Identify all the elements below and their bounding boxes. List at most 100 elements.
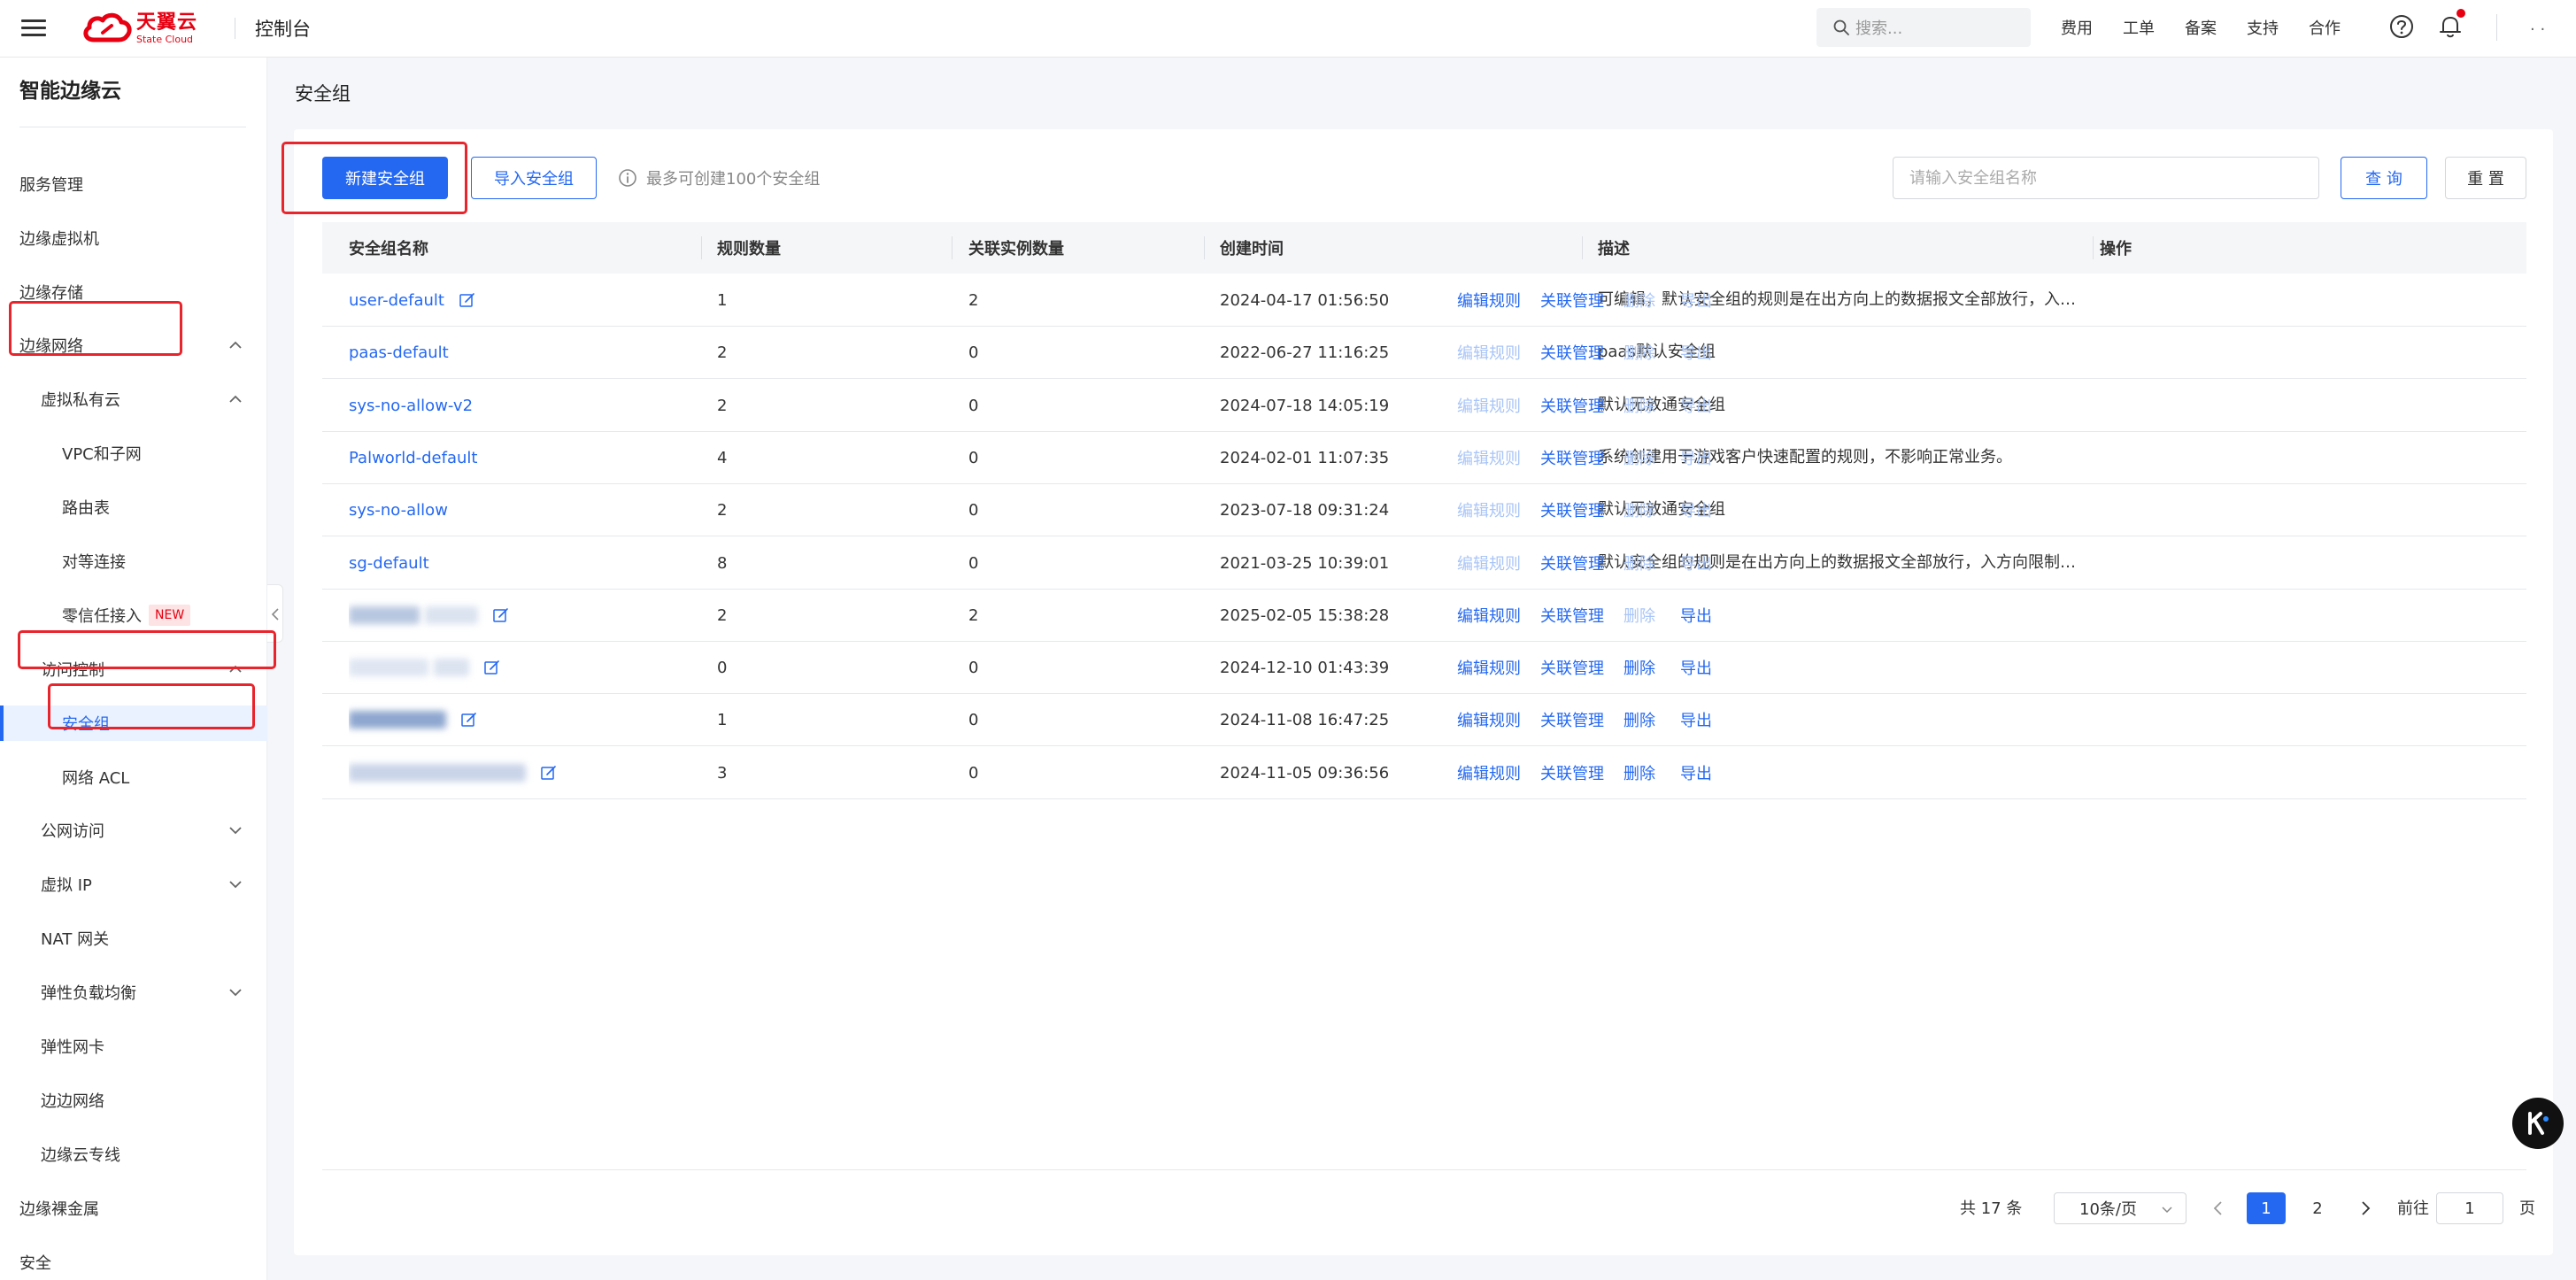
page-size-select[interactable]: 10条/页	[2054, 1192, 2187, 1224]
security-group-name[interactable]: sys-no-allow-v2	[349, 397, 473, 415]
security-group-name[interactable]: paas-default	[349, 343, 449, 362]
associate-manage-link[interactable]: 关联管理	[1540, 380, 1604, 431]
prev-page-icon[interactable]	[2211, 1199, 2225, 1217]
security-group-name-cell[interactable]	[349, 642, 501, 693]
sidebar-item-elb[interactable]: 弹性负载均衡	[0, 975, 267, 1010]
sidebar-item-edge-vm[interactable]: 边缘虚拟机	[0, 220, 267, 256]
associate-manage-link[interactable]: 关联管理	[1540, 327, 1604, 378]
edit-rules-link[interactable]: 编辑规则	[1457, 380, 1521, 431]
sidebar-item-nat-gateway[interactable]: NAT 网关	[0, 921, 267, 956]
edit-rules-link[interactable]: 编辑规则	[1457, 590, 1521, 641]
sidebar-item-service-management[interactable]: 服务管理	[0, 166, 267, 202]
floating-assistant-button[interactable]	[2512, 1098, 2564, 1149]
delete-link[interactable]: 删除	[1623, 432, 1655, 483]
associate-manage-link[interactable]: 关联管理	[1540, 642, 1604, 693]
reset-button[interactable]: 重 置	[2445, 157, 2526, 199]
sidebar-collapse-handle[interactable]	[267, 584, 283, 643]
security-group-name[interactable]: user-default	[349, 291, 444, 310]
export-link[interactable]: 导出	[1680, 694, 1712, 745]
security-group-name-cell[interactable]: paas-default	[349, 327, 449, 378]
security-group-name-cell[interactable]	[349, 747, 558, 798]
security-group-name-cell[interactable]: sys-no-allow-v2	[349, 380, 473, 431]
sidebar-item-public-access[interactable]: 公网访问	[0, 813, 267, 848]
edit-icon[interactable]	[483, 659, 501, 676]
delete-link[interactable]: 删除	[1623, 747, 1655, 798]
security-group-name[interactable]: Palworld-default	[349, 449, 477, 467]
sidebar-item-edge-bare-metal[interactable]: 边缘裸金属	[0, 1191, 267, 1226]
logo[interactable]: 天翼云 State Cloud	[81, 9, 197, 48]
security-group-name-cell[interactable]: sg-default	[349, 537, 429, 589]
edit-icon[interactable]	[540, 764, 558, 782]
security-group-name-cell[interactable]	[349, 590, 510, 641]
edit-icon[interactable]	[460, 711, 478, 729]
page-number-1[interactable]: 1	[2247, 1192, 2286, 1224]
user-menu[interactable]: . .	[2530, 16, 2545, 35]
delete-link[interactable]: 删除	[1623, 484, 1655, 536]
security-group-name-cell[interactable]: user-default	[349, 274, 476, 326]
query-button[interactable]: 查 询	[2341, 157, 2427, 199]
edit-rules-link[interactable]: 编辑规则	[1457, 327, 1521, 378]
delete-link[interactable]: 删除	[1623, 380, 1655, 431]
sidebar-item-edge-dedicated-line[interactable]: 边缘云专线	[0, 1137, 267, 1172]
next-page-icon[interactable]	[2358, 1199, 2372, 1217]
edit-icon[interactable]	[459, 291, 476, 309]
sidebar-item-access-control[interactable]: 访问控制	[0, 652, 267, 687]
delete-link[interactable]: 删除	[1623, 590, 1655, 641]
sidebar-item-edge-edge-network[interactable]: 边边网络	[0, 1083, 267, 1118]
console-link[interactable]: 控制台	[255, 15, 311, 42]
top-link-support[interactable]: 支持	[2247, 16, 2279, 39]
edit-icon[interactable]	[492, 606, 510, 624]
import-security-group-button[interactable]: 导入安全组	[471, 157, 597, 199]
sidebar-item-vpc-group[interactable]: 虚拟私有云	[0, 382, 267, 417]
export-link[interactable]: 导出	[1680, 590, 1712, 641]
export-link[interactable]: 导出	[1680, 642, 1712, 693]
delete-link[interactable]: 删除	[1623, 642, 1655, 693]
export-link[interactable]: 导出	[1680, 432, 1712, 483]
sidebar-item-security-group[interactable]: 安全组	[0, 706, 267, 741]
security-group-name[interactable]: sg-default	[349, 554, 429, 573]
top-link-partner[interactable]: 合作	[2309, 16, 2341, 39]
sidebar-item-route-table[interactable]: 路由表	[0, 490, 267, 525]
sidebar-item-zero-trust[interactable]: 零信任接入 NEW	[0, 598, 267, 633]
menu-icon[interactable]	[21, 16, 46, 41]
help-icon[interactable]	[2387, 12, 2416, 41]
associate-manage-link[interactable]: 关联管理	[1540, 747, 1604, 798]
page-number-2[interactable]: 2	[2298, 1192, 2337, 1224]
delete-link[interactable]: 删除	[1623, 537, 1655, 589]
associate-manage-link[interactable]: 关联管理	[1540, 484, 1604, 536]
delete-link[interactable]: 删除	[1623, 274, 1655, 326]
security-group-name-cell[interactable]	[349, 694, 478, 745]
associate-manage-link[interactable]: 关联管理	[1540, 274, 1604, 326]
export-link[interactable]: 导出	[1680, 327, 1712, 378]
delete-link[interactable]: 删除	[1623, 327, 1655, 378]
security-group-name-cell[interactable]: sys-no-allow	[349, 484, 448, 536]
associate-manage-link[interactable]: 关联管理	[1540, 432, 1604, 483]
edit-rules-link[interactable]: 编辑规则	[1457, 274, 1521, 326]
export-link[interactable]: 导出	[1680, 274, 1712, 326]
sidebar-item-security[interactable]: 安全	[0, 1245, 267, 1280]
edit-rules-link[interactable]: 编辑规则	[1457, 642, 1521, 693]
goto-page-input[interactable]	[2436, 1192, 2503, 1224]
export-link[interactable]: 导出	[1680, 747, 1712, 798]
sidebar-item-vpc-subnet[interactable]: VPC和子网	[0, 436, 267, 471]
associate-manage-link[interactable]: 关联管理	[1540, 537, 1604, 589]
export-link[interactable]: 导出	[1680, 537, 1712, 589]
sidebar-item-edge-storage[interactable]: 边缘存储	[0, 274, 267, 310]
sidebar-item-peering[interactable]: 对等连接	[0, 544, 267, 579]
sidebar-item-virtual-ip[interactable]: 虚拟 IP	[0, 867, 267, 902]
security-group-name[interactable]: sys-no-allow	[349, 501, 448, 520]
associate-manage-link[interactable]: 关联管理	[1540, 590, 1604, 641]
sidebar-item-eni[interactable]: 弹性网卡	[0, 1029, 267, 1064]
edit-rules-link[interactable]: 编辑规则	[1457, 747, 1521, 798]
delete-link[interactable]: 删除	[1623, 694, 1655, 745]
sidebar-item-edge-network[interactable]: 边缘网络	[0, 328, 267, 363]
edit-rules-link[interactable]: 编辑规则	[1457, 537, 1521, 589]
sidebar-item-network-acl[interactable]: 网络 ACL	[0, 760, 267, 795]
create-security-group-button[interactable]: 新建安全组	[322, 157, 448, 199]
edit-rules-link[interactable]: 编辑规则	[1457, 432, 1521, 483]
top-link-filing[interactable]: 备案	[2185, 16, 2217, 39]
export-link[interactable]: 导出	[1680, 380, 1712, 431]
top-link-billing[interactable]: 费用	[2061, 16, 2093, 39]
security-group-name-cell[interactable]: Palworld-default	[349, 432, 477, 483]
top-search-box[interactable]: 搜索...	[1816, 8, 2031, 47]
